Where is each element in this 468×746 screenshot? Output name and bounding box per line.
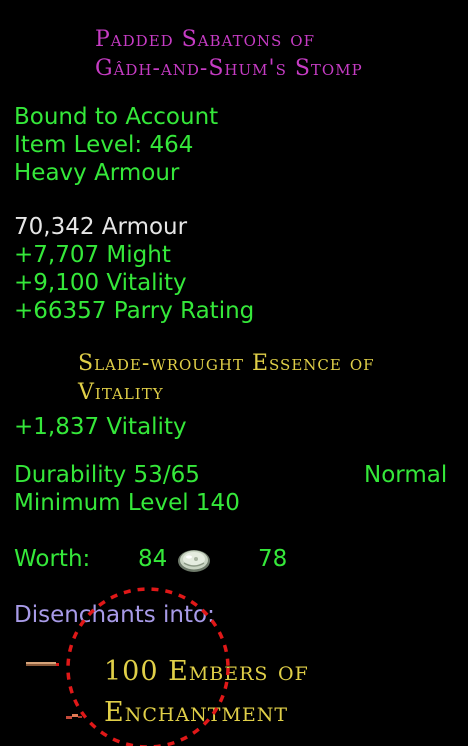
durability-quality: Normal (364, 462, 448, 488)
worth-silver-value: 78 (258, 546, 288, 572)
disenchant-label: Disenchants into: (14, 602, 215, 628)
armour-value-text: 70,342 Armour (14, 214, 188, 240)
item-tooltip: Padded Sabatons of Gâdh-and-Shum's Stomp… (0, 0, 468, 746)
stat-might: +7,707 Might (14, 242, 171, 268)
item-name-line-1: Padded Sabatons of (95, 27, 315, 52)
essence-name-line-1: Slade-wrought Essence of (78, 351, 375, 376)
item-name-line-2: Gâdh-and-Shum's Stomp (95, 56, 363, 81)
durability-text: Durability 53/65 (14, 462, 200, 488)
worth-gold-value: 84 (138, 546, 168, 572)
essence-stat: +1,837 Vitality (14, 414, 187, 440)
disenchant-result-line-1: 100 Embers of (104, 656, 309, 687)
minimum-level-text: Minimum Level 140 (14, 490, 240, 516)
stat-parry-rating: +66357 Parry Rating (14, 298, 255, 324)
silver-coin-icon (178, 550, 210, 572)
ember-shard-icon (26, 662, 82, 719)
item-level-text: Item Level: 464 (14, 132, 194, 158)
disenchant-result-line-2: Enchantment (104, 697, 289, 728)
armour-type-text: Heavy Armour (14, 160, 180, 186)
stat-vitality: +9,100 Vitality (14, 270, 187, 296)
worth-label: Worth: (14, 546, 91, 572)
binding-text: Bound to Account (14, 104, 219, 130)
essence-name-line-2: Vitality (78, 380, 164, 405)
